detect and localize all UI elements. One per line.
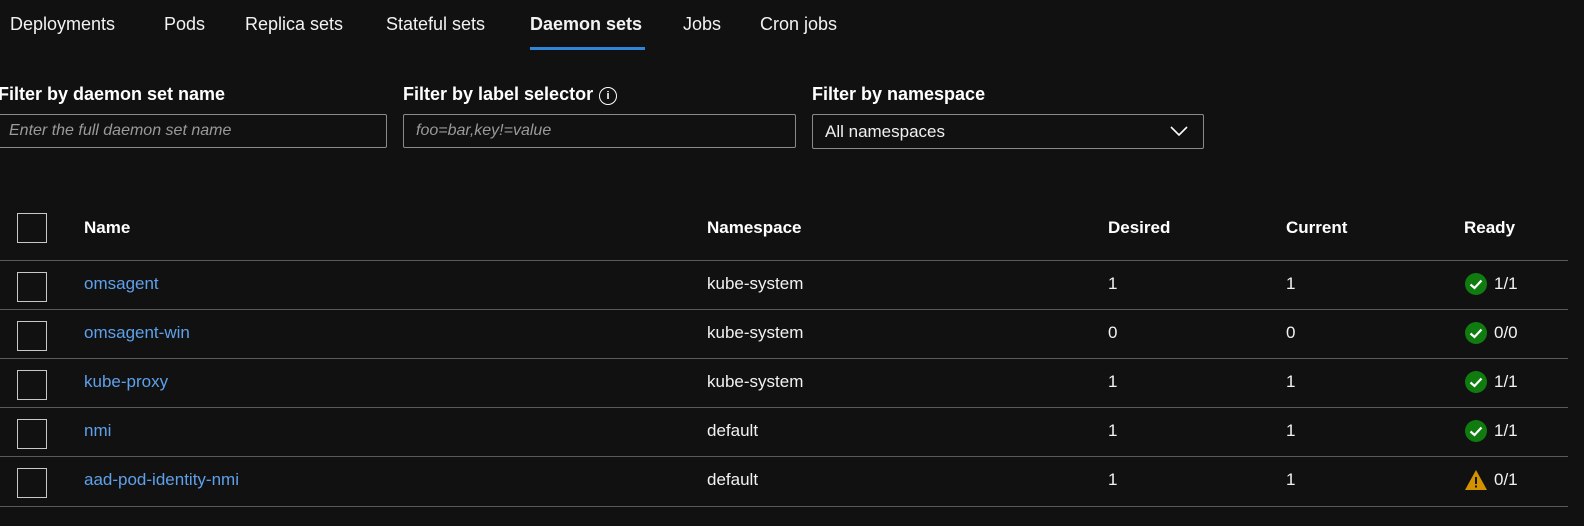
filter-label-selector-text: Filter by label selector [403, 84, 594, 104]
table-row: omsagent kube-system 1 1 1/1 [0, 260, 1568, 310]
desired-cell: 1 [1108, 470, 1118, 489]
namespace-select[interactable]: All namespaces [812, 114, 1204, 149]
column-header-name[interactable]: Name [84, 218, 130, 238]
table-row: aad-pod-identity-nmi default 1 1 0/1 [0, 456, 1568, 507]
current-cell: 0 [1286, 323, 1296, 342]
daemon-sets-page: Deployments Pods Replica sets Stateful s… [0, 0, 1584, 526]
tab-stateful-sets[interactable]: Stateful sets [386, 14, 485, 35]
namespace-select-value: All namespaces [825, 122, 946, 141]
ready-cell: 0/0 [1494, 323, 1518, 342]
label-selector-input[interactable] [403, 114, 796, 148]
daemon-set-name-input[interactable] [0, 114, 387, 148]
row-checkbox[interactable] [17, 272, 47, 302]
success-check-icon [1465, 273, 1487, 295]
table-row: omsagent-win kube-system 0 0 0/0 [0, 309, 1568, 359]
namespace-cell: kube-system [707, 274, 804, 293]
row-checkbox[interactable] [17, 419, 47, 449]
namespace-cell: kube-system [707, 323, 804, 342]
desired-cell: 0 [1108, 323, 1118, 342]
current-cell: 1 [1286, 274, 1296, 293]
tab-pods[interactable]: Pods [164, 14, 205, 35]
desired-cell: 1 [1108, 372, 1118, 391]
column-header-namespace[interactable]: Namespace [707, 218, 802, 238]
workload-tabs: Deployments Pods Replica sets Stateful s… [0, 0, 1584, 52]
row-checkbox[interactable] [17, 370, 47, 400]
ready-cell: 1/1 [1494, 421, 1518, 440]
daemon-set-name-link[interactable]: omsagent-win [84, 323, 190, 343]
chevron-down-icon [1170, 126, 1188, 137]
daemon-set-name-link[interactable]: kube-proxy [84, 372, 168, 392]
tab-replica-sets[interactable]: Replica sets [245, 14, 343, 35]
table-header: Name Namespace Desired Current Ready [0, 200, 1568, 260]
success-check-icon [1465, 322, 1487, 344]
column-header-desired[interactable]: Desired [1108, 218, 1170, 238]
ready-cell: 1/1 [1494, 372, 1518, 391]
daemon-set-name-link[interactable]: aad-pod-identity-nmi [84, 470, 239, 490]
desired-cell: 1 [1108, 274, 1118, 293]
filter-label-selector-label: Filter by label selector i [403, 84, 618, 105]
current-cell: 1 [1286, 372, 1296, 391]
ready-cell: 0/1 [1494, 470, 1518, 489]
table-row: kube-proxy kube-system 1 1 1/1 [0, 358, 1568, 408]
namespace-cell: default [707, 421, 759, 440]
success-check-icon [1465, 420, 1487, 442]
tab-cron-jobs[interactable]: Cron jobs [760, 14, 837, 35]
tab-jobs[interactable]: Jobs [683, 14, 721, 35]
column-header-current[interactable]: Current [1286, 218, 1347, 238]
tab-deployments[interactable]: Deployments [10, 14, 115, 35]
select-all-checkbox[interactable] [17, 213, 47, 243]
desired-cell: 1 [1108, 421, 1118, 440]
row-checkbox[interactable] [17, 321, 47, 351]
ready-cell: 1/1 [1494, 274, 1518, 293]
success-check-icon [1465, 371, 1487, 393]
filter-name-label: Filter by daemon set name [0, 84, 226, 104]
row-checkbox[interactable] [17, 468, 47, 498]
namespace-cell: default [707, 470, 759, 489]
filter-namespace-label: Filter by namespace [812, 84, 986, 104]
current-cell: 1 [1286, 421, 1296, 440]
active-tab-indicator [530, 47, 645, 50]
daemon-set-name-link[interactable]: nmi [84, 421, 111, 441]
namespace-cell: kube-system [707, 372, 804, 391]
column-header-ready[interactable]: Ready [1464, 218, 1515, 238]
daemon-set-name-link[interactable]: omsagent [84, 274, 159, 294]
tab-daemon-sets[interactable]: Daemon sets [530, 14, 642, 35]
warning-icon [1465, 470, 1487, 490]
info-icon[interactable]: i [599, 87, 618, 105]
current-cell: 1 [1286, 470, 1296, 489]
table-row: nmi default 1 1 1/1 [0, 407, 1568, 457]
